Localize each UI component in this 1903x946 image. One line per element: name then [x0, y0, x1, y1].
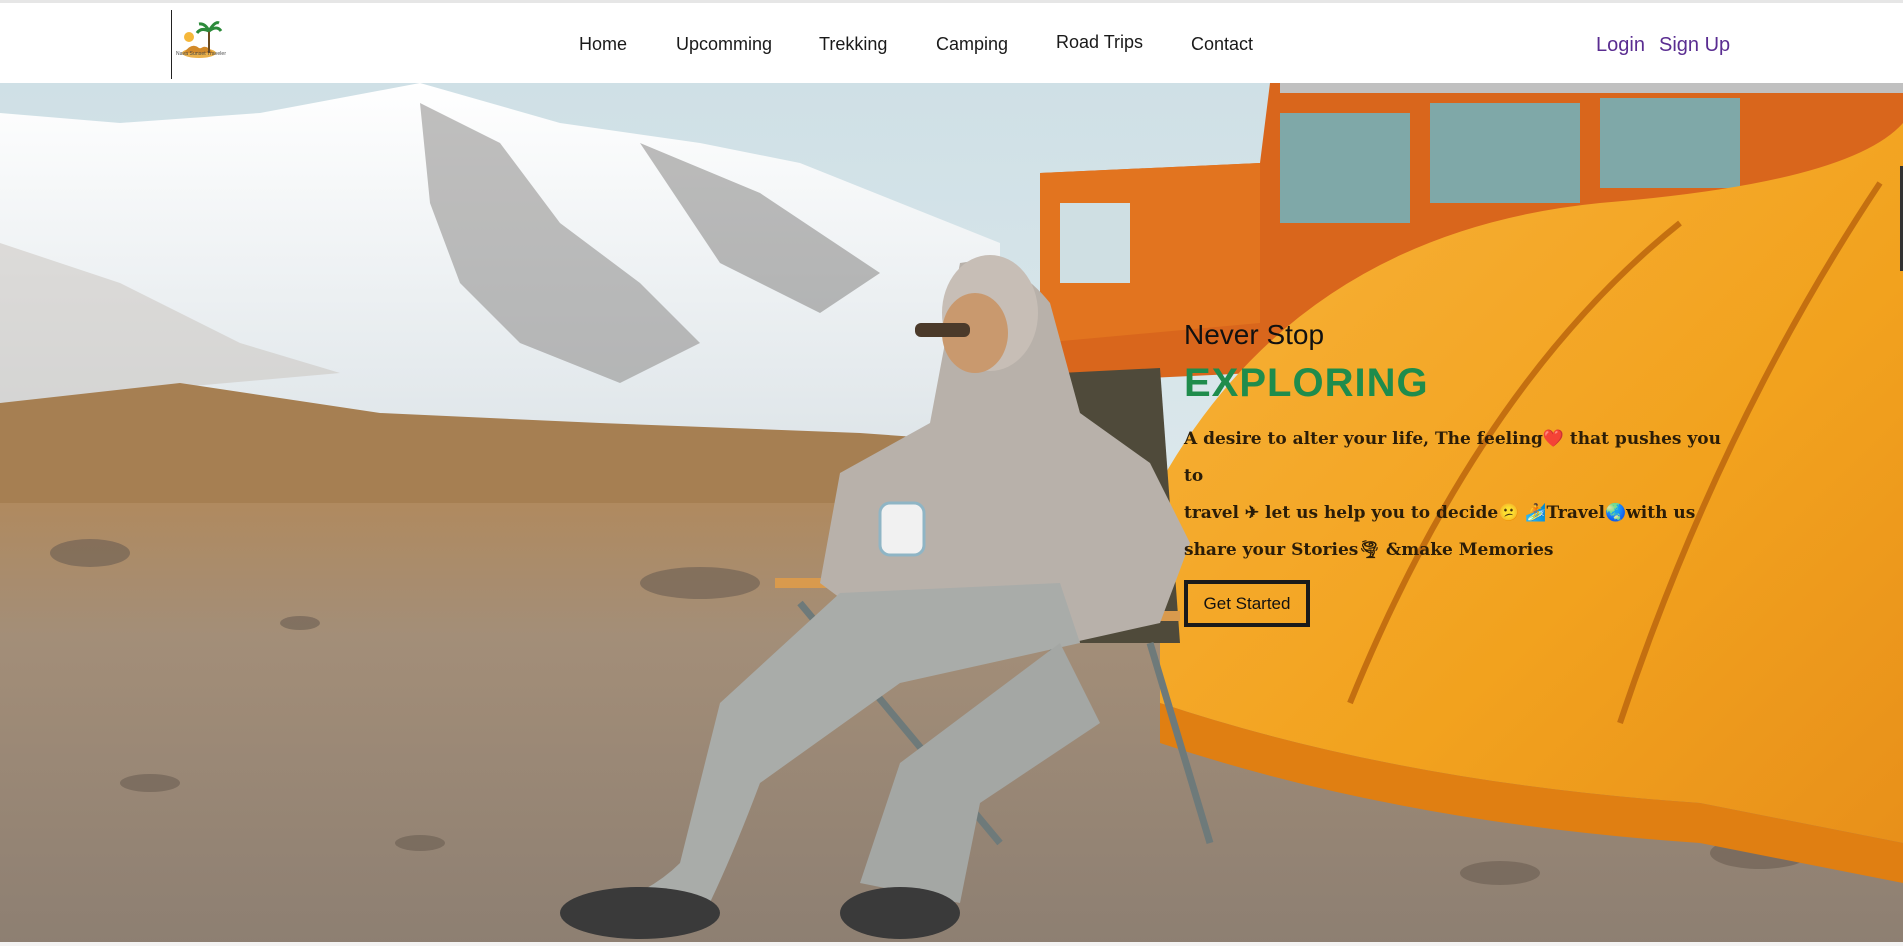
nav-link-trekking[interactable]: Trekking [819, 34, 887, 55]
nav-link-upcomming[interactable]: Upcomming [676, 34, 772, 55]
brand-divider [171, 10, 172, 79]
login-link[interactable]: Login [1596, 34, 1645, 57]
hero-headline: EXPLORING [1184, 361, 1429, 405]
hero-description: A desire to alter your life, The feeling… [1184, 429, 1721, 560]
brand-name: Nava Sunset Traveler [176, 51, 227, 57]
hero-copy: Never Stop EXPLORING A desire to alter y… [1184, 318, 1744, 569]
hero-tagline: Never Stop [1184, 319, 1325, 350]
nav-link-contact[interactable]: Contact [1191, 34, 1253, 55]
signup-link[interactable]: Sign Up [1659, 34, 1730, 57]
top-navbar: Nava Sunset Traveler Home Upcomming Trek… [0, 0, 1903, 83]
get-started-button[interactable]: Get Started [1184, 580, 1310, 627]
nav-link-camping[interactable]: Camping [936, 34, 1008, 55]
nav-link-home[interactable]: Home [579, 34, 627, 55]
page-bottom-edge [0, 942, 1903, 946]
nav-link-road-trips[interactable]: Road Trips [1056, 32, 1143, 53]
